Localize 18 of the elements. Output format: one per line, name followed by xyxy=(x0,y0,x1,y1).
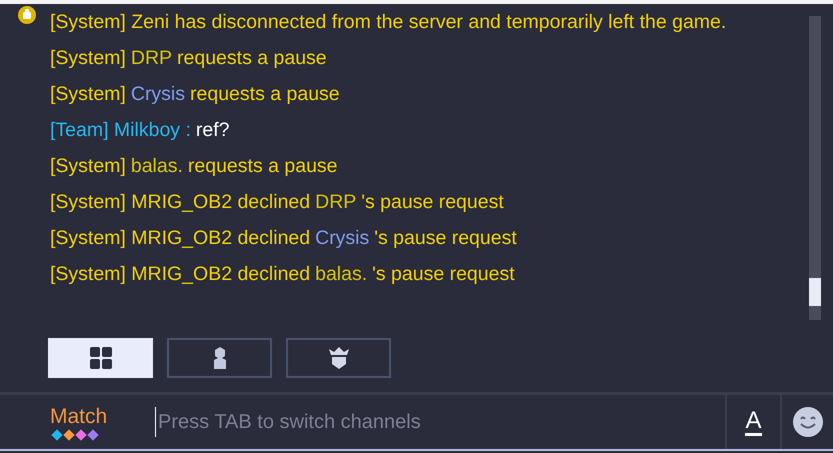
scrollbar[interactable] xyxy=(809,16,821,320)
chat-message: [System] MRIG_OB2 declined Crysis 's pause request xyxy=(50,226,518,251)
chat-message: [System] DRP requests a pause xyxy=(50,46,328,71)
chat-message: [System] Crysis requests a pause xyxy=(50,82,341,107)
chat-message: [System] balas. requests a pause xyxy=(50,154,339,179)
chat-message: [System] Zeni has disconnected from the server and temporarily left the game. xyxy=(50,10,728,35)
filter-tab[interactable] xyxy=(286,338,391,378)
chat-input-field[interactable]: Press TAB to switch channels xyxy=(155,407,725,437)
font-style-button[interactable]: A xyxy=(725,395,780,449)
scrollbar-thumb[interactable] xyxy=(809,278,821,306)
chat-message: [System] MRIG_OB2 declined balas. 's pause request xyxy=(50,262,516,287)
grid-icon xyxy=(88,345,114,371)
chat-message: [Team] Milkboy : ref? xyxy=(50,118,230,143)
smiley-icon xyxy=(792,406,824,438)
channel-label[interactable]: Match xyxy=(50,405,155,429)
system-icon xyxy=(18,6,36,24)
filter-tab[interactable] xyxy=(167,338,272,378)
chat-message: [System] MRIG_OB2 declined DRP 's pause request xyxy=(50,190,505,215)
